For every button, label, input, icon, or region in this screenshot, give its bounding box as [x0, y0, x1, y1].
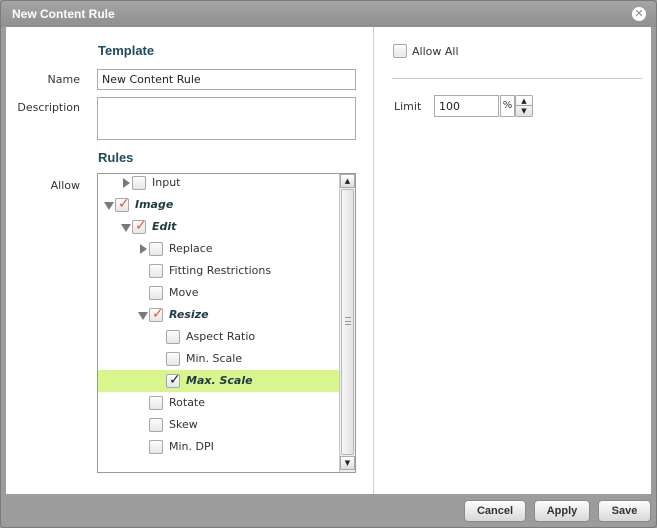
limit-stepper[interactable]: ▲ ▼	[515, 95, 533, 117]
save-button[interactable]: Save	[598, 500, 651, 522]
tree-item-label: Input	[152, 176, 181, 189]
tree-item-checkbox[interactable]: ✓	[149, 306, 164, 322]
tree-item-label: Skew	[169, 418, 198, 431]
rules-heading: Rules	[98, 150, 134, 165]
tree-item[interactable]: Rotate	[98, 392, 340, 414]
collapse-triangle-icon[interactable]	[140, 244, 147, 254]
tree-item-checkbox[interactable]: ✓	[115, 196, 130, 212]
tree-item[interactable]: Min. Scale	[98, 348, 340, 370]
tree-item-checkbox[interactable]: ✓	[132, 218, 147, 234]
limit-unit: %	[500, 95, 515, 117]
scroll-grip-icon	[345, 317, 351, 325]
scroll-down-arrow-icon[interactable]: ▼	[340, 456, 355, 470]
tree-item[interactable]: ✓ Resize	[98, 304, 340, 326]
tree-item-checkbox[interactable]: ✓	[166, 372, 181, 388]
check-icon: ✓	[152, 306, 164, 322]
tree-item[interactable]: ✓ Max. Scale	[98, 370, 340, 392]
tree-item[interactable]: ✓ Edit	[98, 216, 340, 238]
limit-label: Limit	[394, 100, 422, 113]
tree-item-checkbox[interactable]	[132, 176, 146, 190]
cancel-button[interactable]: Cancel	[464, 500, 526, 522]
tree-item-label: Move	[169, 286, 199, 299]
tree-item-checkbox[interactable]	[149, 396, 163, 410]
tree-item-label: Image	[135, 198, 174, 211]
allow-all-label: Allow All	[412, 45, 459, 58]
limit-input[interactable]	[434, 95, 499, 117]
tree-item-label: Rotate	[169, 396, 206, 409]
new-content-rule-dialog: New Content Rule ✕ Template Name Descrip…	[0, 0, 657, 528]
expand-triangle-icon[interactable]	[138, 312, 148, 320]
name-input[interactable]	[97, 69, 356, 90]
scroll-thumb[interactable]	[341, 189, 354, 455]
scroll-up-arrow-icon[interactable]: ▲	[340, 174, 355, 188]
collapse-triangle-icon[interactable]	[123, 178, 130, 188]
tree-item-label: Resize	[169, 308, 209, 321]
tree-item-checkbox[interactable]	[149, 418, 163, 432]
apply-button[interactable]: Apply	[534, 500, 590, 522]
tree-item[interactable]: Move	[98, 282, 340, 304]
tree-item[interactable]: Input	[98, 174, 340, 194]
tree-item-label: Min. DPI	[169, 440, 214, 453]
tree-item-checkbox[interactable]	[166, 352, 180, 366]
allow-label: Allow	[50, 179, 80, 192]
tree-scrollbar[interactable]: ▲ ▼	[339, 174, 355, 472]
description-label: Description	[17, 101, 80, 114]
check-icon: ✓	[118, 196, 130, 212]
tree-item-label: Replace	[169, 242, 213, 255]
dialog-titlebar[interactable]: New Content Rule ✕	[1, 1, 656, 27]
rules-tree[interactable]: Input ✓ Image ✓ Edit Replace Fitting Restricti…	[97, 173, 356, 473]
stepper-down-icon[interactable]: ▼	[516, 106, 532, 116]
template-heading: Template	[98, 43, 155, 58]
expand-triangle-icon[interactable]	[121, 224, 131, 232]
tree-item-checkbox[interactable]	[149, 264, 163, 278]
tree-item-label: Aspect Ratio	[186, 330, 256, 343]
panel-divider	[373, 27, 374, 494]
expand-triangle-icon[interactable]	[104, 202, 114, 210]
tree-item-label: Max. Scale	[186, 374, 253, 387]
close-icon[interactable]: ✕	[632, 7, 646, 21]
tree-item-checkbox[interactable]	[149, 242, 163, 256]
tree-item[interactable]: Replace	[98, 238, 340, 260]
tree-item[interactable]: Aspect Ratio	[98, 326, 340, 348]
allow-all-checkbox[interactable]	[393, 44, 407, 58]
stepper-up-icon[interactable]: ▲	[516, 96, 532, 106]
check-icon: ✓	[169, 372, 181, 388]
name-label: Name	[47, 73, 80, 86]
tree-item[interactable]: ✓ Image	[98, 194, 340, 216]
dialog-title: New Content Rule	[12, 7, 115, 21]
tree-item[interactable]: Skew	[98, 414, 340, 436]
tree-item[interactable]: Min. DPI	[98, 436, 340, 458]
dialog-content: Template Name Description Rules Allow In…	[6, 27, 651, 494]
tree-item-checkbox[interactable]	[149, 440, 163, 454]
tree-item[interactable]: Fitting Restrictions	[98, 260, 340, 282]
tree-item-checkbox[interactable]	[166, 330, 180, 344]
tree-item-label: Fitting Restrictions	[169, 264, 272, 277]
tree-item-label: Min. Scale	[186, 352, 243, 365]
tree-item-label: Edit	[152, 220, 177, 233]
check-icon: ✓	[135, 218, 147, 234]
tree-item-checkbox[interactable]	[149, 286, 163, 300]
description-field[interactable]	[97, 97, 356, 140]
right-panel-divider	[392, 78, 642, 79]
